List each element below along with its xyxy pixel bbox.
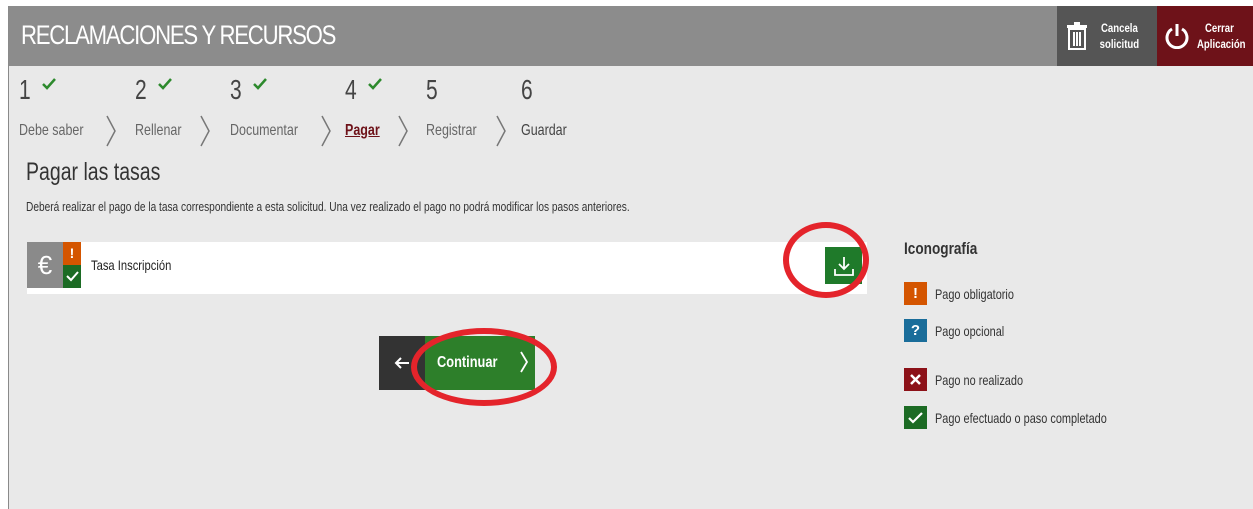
legend-label: Pago obligatorio: [935, 285, 1014, 302]
question-icon: ?: [904, 319, 927, 342]
step-number: 5: [426, 74, 438, 105]
step-label: Debe saber: [19, 122, 84, 139]
fee-row: € ! Tasa Inscripción: [27, 242, 867, 294]
app-title: RECLAMACIONES Y RECURSOS: [21, 20, 336, 50]
fee-name: Tasa Inscripción: [91, 257, 172, 273]
step-label: Pagar: [345, 122, 380, 139]
x-icon: [904, 368, 927, 391]
chevron-right-icon: [496, 115, 506, 147]
legend-label: Pago opcional: [935, 322, 1005, 339]
chevron-right-icon: [200, 115, 210, 147]
trash-icon: [1057, 6, 1097, 66]
chevron-right-icon: [321, 115, 331, 147]
exclamation-icon: !: [904, 282, 927, 305]
step-number: 3: [230, 74, 242, 105]
cancel-request-button[interactable]: Cancela solicitud: [1057, 6, 1157, 66]
payment-completed-icon: [63, 265, 81, 288]
legend-item-optional: ? Pago opcional: [904, 319, 1024, 342]
legend-item-completed: Pago efectuado o paso completado: [904, 406, 1155, 429]
app-frame: RECLAMACIONES Y RECURSOS Cancela solicit…: [8, 6, 1253, 509]
legend-label: Pago no realizado: [935, 371, 1024, 388]
cancel-label-line1: Cancela: [1100, 21, 1138, 35]
close-label-line1: Cerrar: [1204, 21, 1234, 35]
step-number: 6: [521, 74, 533, 105]
step-number: 2: [135, 74, 147, 105]
close-label-line2: Aplicación: [1197, 37, 1246, 51]
check-icon: [158, 78, 172, 90]
legend-title: Iconografía: [904, 239, 978, 258]
mandatory-payment-icon: !: [63, 242, 81, 265]
step-label: Documentar: [230, 122, 298, 139]
check-icon: [253, 78, 267, 90]
highlight-circle-download: [783, 222, 869, 298]
legend-label: Pago efectuado o paso completado: [935, 409, 1107, 426]
back-arrow-icon: [394, 357, 409, 369]
step-progress: 1 Debe saber 2 Rellenar 3 Documentar 4 P…: [19, 70, 639, 154]
check-icon: [904, 406, 927, 429]
step-label: Registrar: [426, 122, 477, 139]
cancel-label-line2: solicitud: [1099, 37, 1140, 51]
step-number: 4: [345, 74, 357, 105]
close-application-button[interactable]: Cerrar Aplicación: [1157, 6, 1253, 66]
page-title: Pagar las tasas: [26, 158, 161, 186]
power-icon: [1157, 6, 1197, 66]
page-description: Deberá realizar el pago de la tasa corre…: [26, 199, 630, 214]
step-number: 1: [19, 74, 31, 105]
highlight-circle-continue: [411, 328, 557, 406]
legend: Iconografía ! Pago obligatorio ? Pago op…: [904, 239, 1224, 429]
legend-item-not-paid: Pago no realizado: [904, 368, 1048, 391]
chevron-right-icon: [398, 115, 408, 147]
euro-icon: €: [27, 242, 63, 288]
step-label: Rellenar: [135, 122, 182, 139]
check-icon: [368, 78, 382, 90]
check-icon: [42, 78, 56, 90]
top-bar: RECLAMACIONES Y RECURSOS Cancela solicit…: [9, 6, 1253, 66]
chevron-right-icon: [106, 115, 116, 147]
legend-item-mandatory: ! Pago obligatorio: [904, 282, 1036, 305]
step-label: Guardar: [521, 122, 567, 139]
